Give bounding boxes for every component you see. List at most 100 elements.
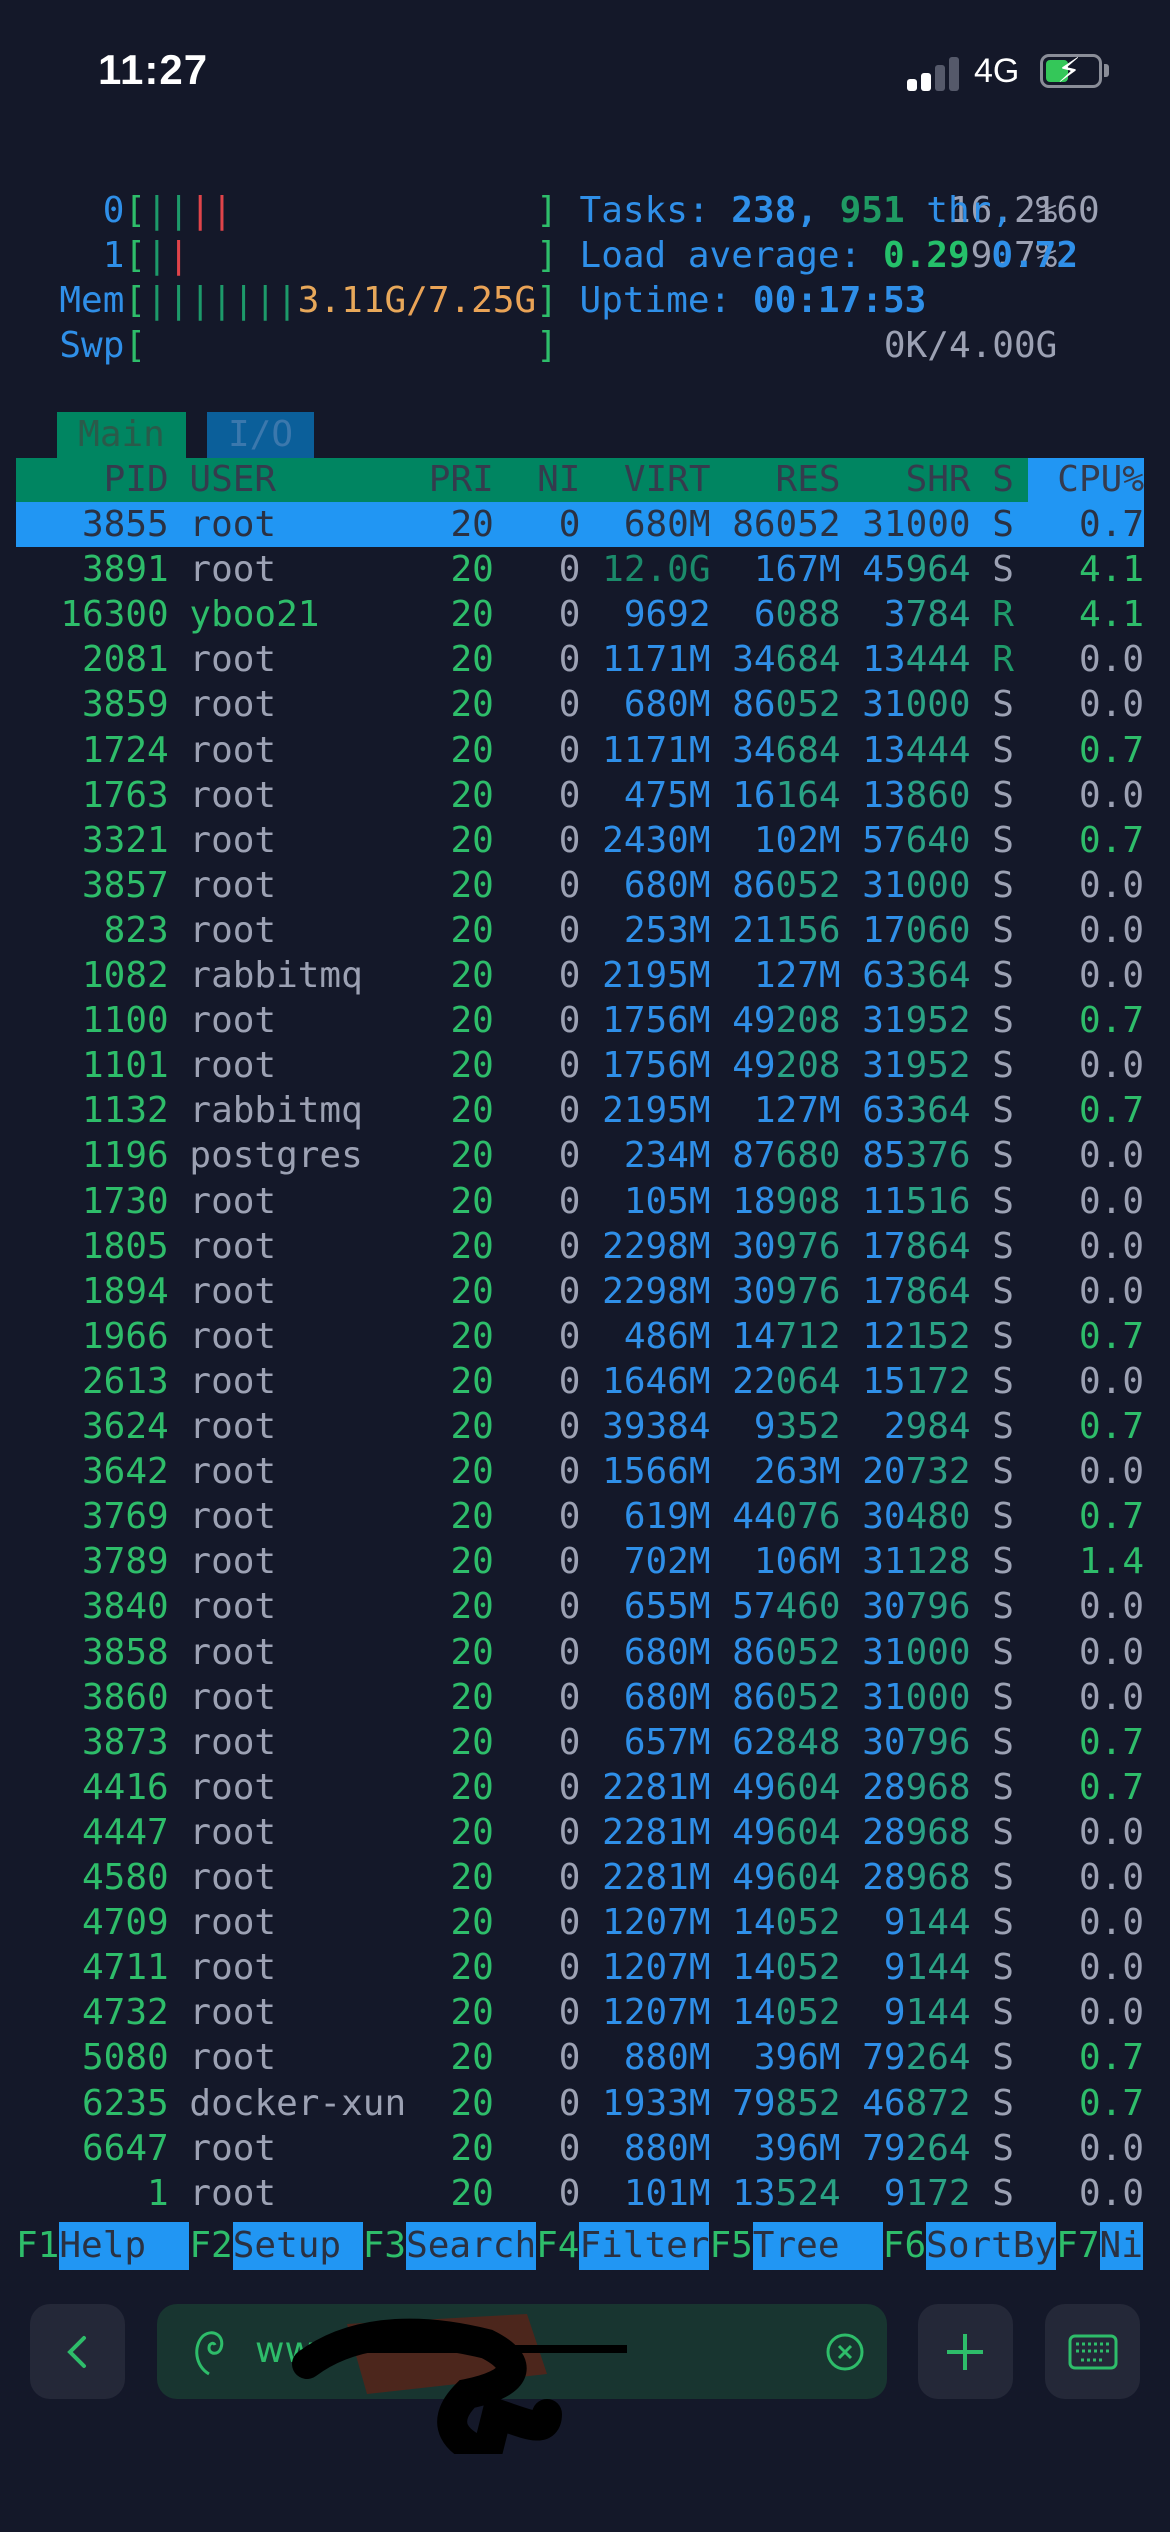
table-row[interactable]: 4447 root 20 0 2281M 49604 28968 S 0.0 bbox=[16, 1810, 1144, 1855]
table-row[interactable]: 4732 root 20 0 1207M 14052 9144 S 0.0 bbox=[16, 1990, 1144, 2035]
table-row[interactable]: 3860 root 20 0 680M 86052 31000 S 0.0 bbox=[16, 1675, 1144, 1720]
table-row[interactable]: 3642 root 20 0 1566M 263M 20732 S 0.0 bbox=[16, 1449, 1144, 1494]
table-row[interactable]: 3840 root 20 0 655M 57460 30796 S 0.0 bbox=[16, 1584, 1144, 1629]
table-row[interactable]: 16300 yboo21 20 0 9692 6088 3784 R 4.1 bbox=[16, 592, 1144, 637]
mem-label: Mem bbox=[59, 280, 125, 321]
column-header-cpu-pct[interactable]: CPU% bbox=[1057, 458, 1144, 502]
cell-pid: 3769 bbox=[81, 1496, 169, 1538]
cell-user: root bbox=[189, 1225, 277, 1267]
cell-res: 62848 bbox=[732, 1721, 841, 1763]
add-button[interactable] bbox=[918, 2304, 1013, 2399]
table-row[interactable]: 4580 root 20 0 2281M 49604 28968 S 0.0 bbox=[16, 1855, 1144, 1900]
cell-res: 263M bbox=[753, 1451, 841, 1493]
table-row[interactable]: 823 root 20 0 253M 21156 17060 S 0.0 bbox=[16, 908, 1144, 953]
cell-cpu: 0.7 bbox=[1078, 1766, 1144, 1808]
cell-pid: 1805 bbox=[81, 1225, 169, 1267]
table-row[interactable]: 3769 root 20 0 619M 44076 30480 S 0.7 bbox=[16, 1494, 1144, 1539]
table-row[interactable]: 4709 root 20 0 1207M 14052 9144 S 0.0 bbox=[16, 1900, 1144, 1945]
table-row[interactable]: 1101 root 20 0 1756M 49208 31952 S 0.0 bbox=[16, 1043, 1144, 1088]
cell-virt: 680M bbox=[623, 864, 711, 906]
table-row[interactable]: 3891 root 20 0 12.0G 167M 45964 S 4.1 bbox=[16, 547, 1144, 592]
table-row[interactable]: 1724 root 20 0 1171M 34684 13444 S 0.7 bbox=[16, 728, 1144, 773]
table-row[interactable]: 4416 root 20 0 2281M 49604 28968 S 0.7 bbox=[16, 1765, 1144, 1810]
cell-virt: 1646M bbox=[602, 1360, 711, 1402]
tab-io[interactable]: I/O bbox=[207, 412, 314, 458]
table-row[interactable]: 2081 root 20 0 1171M 34684 13444 R 0.0 bbox=[16, 637, 1144, 682]
fkey-setup[interactable]: F2Setup bbox=[189, 2222, 363, 2270]
cell-s: S bbox=[992, 1586, 1014, 1628]
cell-pid: 3891 bbox=[81, 549, 169, 591]
table-row[interactable]: 5080 root 20 0 880M 396M 79264 S 0.7 bbox=[16, 2035, 1144, 2080]
cell-virt: 1566M bbox=[602, 1451, 711, 1493]
cell-user: root bbox=[189, 1586, 277, 1628]
tab-main[interactable]: Main bbox=[57, 412, 186, 458]
fkey-tree[interactable]: F5Tree bbox=[709, 2222, 883, 2270]
column-header-pri[interactable]: PRI bbox=[429, 458, 494, 502]
table-row[interactable]: 1894 root 20 0 2298M 30976 17864 S 0.0 bbox=[16, 1269, 1144, 1314]
cell-res: 49604 bbox=[732, 1857, 841, 1898]
cell-shr: 31000 bbox=[862, 1676, 971, 1718]
column-header-pid[interactable]: PID bbox=[104, 458, 169, 502]
table-row[interactable]: 6647 root 20 0 880M 396M 79264 S 0.0 bbox=[16, 2126, 1144, 2171]
cell-user: root bbox=[189, 729, 277, 771]
cell-cpu: 0.7 bbox=[1078, 729, 1144, 771]
uptime-value: 00:17:53 bbox=[752, 280, 927, 321]
table-row[interactable]: 1 root 20 0 101M 13524 9172 S 0.0 bbox=[16, 2171, 1144, 2216]
cell-virt: 680M bbox=[623, 1676, 711, 1718]
table-row[interactable]: 1196 postgres 20 0 234M 87680 85376 S 0.0 bbox=[16, 1133, 1144, 1178]
cell-pid: 1082 bbox=[81, 955, 169, 996]
cell-pid: 3855 bbox=[81, 504, 169, 545]
table-row[interactable]: 1100 root 20 0 1756M 49208 31952 S 0.7 bbox=[16, 998, 1144, 1043]
column-header-virt[interactable]: VIRT bbox=[624, 458, 711, 502]
column-header-ni[interactable]: NI bbox=[537, 458, 580, 502]
cell-user: root bbox=[189, 2127, 277, 2169]
table-row[interactable]: 3857 root 20 0 680M 86052 31000 S 0.0 bbox=[16, 863, 1144, 908]
table-row[interactable]: 4711 root 20 0 1207M 14052 9144 S 0.0 bbox=[16, 1945, 1144, 1990]
table-row[interactable]: 3321 root 20 0 2430M 102M 57640 S 0.7 bbox=[16, 818, 1144, 863]
back-button[interactable] bbox=[30, 2304, 125, 2399]
cell-ni: 0 bbox=[558, 1676, 581, 1718]
table-row[interactable]: 1966 root 20 0 486M 14712 12152 S 0.7 bbox=[16, 1314, 1144, 1359]
table-row[interactable]: 3873 root 20 0 657M 62848 30796 S 0.7 bbox=[16, 1720, 1144, 1765]
cell-virt: 2430M bbox=[602, 819, 711, 861]
fkey-search[interactable]: F3Search bbox=[363, 2222, 536, 2270]
table-row[interactable]: 3789 root 20 0 702M 106M 31128 S 1.4 bbox=[16, 1539, 1144, 1584]
column-header-res[interactable]: RES bbox=[776, 458, 841, 502]
cell-pri: 20 bbox=[450, 504, 494, 545]
cell-ni: 0 bbox=[558, 1811, 581, 1853]
cell-s: S bbox=[992, 729, 1014, 771]
table-row[interactable]: 2613 root 20 0 1646M 22064 15172 S 0.0 bbox=[16, 1359, 1144, 1404]
cell-user: rabbitmq bbox=[189, 1090, 363, 1132]
fkey-number: F3 bbox=[362, 2225, 407, 2266]
cell-virt: 680M bbox=[623, 504, 711, 545]
cell-user: root bbox=[189, 1766, 277, 1808]
fkey-filter[interactable]: F4Filter bbox=[536, 2222, 709, 2270]
column-header-user[interactable]: USER bbox=[189, 458, 276, 502]
table-row[interactable]: 1763 root 20 0 475M 16164 13860 S 0.0 bbox=[16, 773, 1144, 818]
table-row[interactable]: 6235 docker-xun 20 0 1933M 79852 46872 S 0.7 bbox=[16, 2081, 1144, 2126]
cell-ni: 0 bbox=[558, 1631, 581, 1673]
fkey-help[interactable]: F1Help bbox=[16, 2222, 190, 2270]
column-header-s[interactable]: S bbox=[992, 458, 1014, 502]
table-row[interactable]: 3624 root 20 0 39384 9352 2984 S 0.7 bbox=[16, 1404, 1144, 1449]
table-row[interactable]: 1132 rabbitmq 20 0 2195M 127M 63364 S 0.7 bbox=[16, 1088, 1144, 1133]
keyboard-button[interactable] bbox=[1045, 2304, 1140, 2399]
table-row[interactable]: 1082 rabbitmq 20 0 2195M 127M 63364 S 0.0 bbox=[16, 953, 1144, 998]
fkey-sortby[interactable]: F6SortBy bbox=[883, 2222, 1056, 2270]
cell-virt: 2298M bbox=[602, 1225, 711, 1267]
url-bar[interactable]: www bbox=[157, 2304, 887, 2454]
table-row[interactable]: 3859 root 20 0 680M 86052 31000 S 0.0 bbox=[16, 682, 1144, 727]
column-header-shr[interactable]: SHR bbox=[906, 458, 971, 502]
table-row[interactable]: 1730 root 20 0 105M 18908 11516 S 0.0 bbox=[16, 1179, 1144, 1224]
table-row[interactable]: 3858 root 20 0 680M 86052 31000 S 0.0 bbox=[16, 1630, 1144, 1675]
fkey-ni[interactable]: F7Ni bbox=[1056, 2222, 1143, 2270]
cell-s: S bbox=[992, 1315, 1014, 1357]
cell-virt: 39384 bbox=[602, 1406, 711, 1447]
table-row-selected[interactable]: 3855 root 20 0 680M 86052 31000 S 0.7 bbox=[16, 502, 1144, 547]
clear-input-icon[interactable] bbox=[825, 2332, 865, 2372]
column-header-row[interactable]: PID USER PRI NI VIRT RES SHR S CPU% bbox=[16, 458, 1144, 502]
table-row[interactable]: 1805 root 20 0 2298M 30976 17864 S 0.0 bbox=[16, 1224, 1144, 1269]
cell-cpu: 0.0 bbox=[1078, 1180, 1144, 1222]
cell-shr: 63364 bbox=[862, 955, 971, 996]
cell-user: root bbox=[189, 549, 277, 591]
